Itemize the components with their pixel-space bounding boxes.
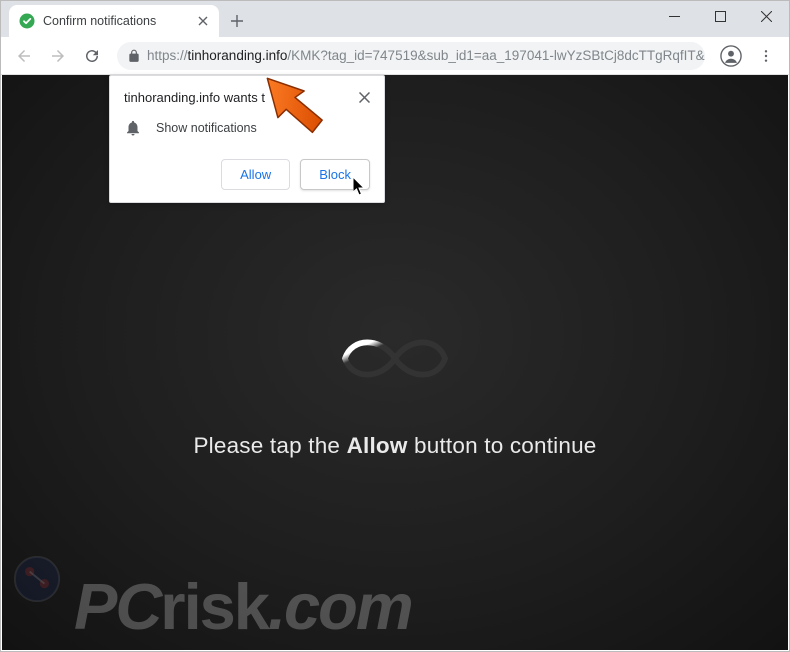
url-host: tinhoranding.info	[188, 48, 288, 63]
bell-icon	[124, 119, 142, 137]
dialog-body: Show notifications	[124, 119, 370, 137]
block-button[interactable]: Block	[300, 159, 370, 190]
text-prefix: Please tap the	[193, 433, 346, 458]
watermark-risk: risk	[160, 570, 268, 643]
dialog-body-text: Show notifications	[156, 121, 257, 135]
favicon-icon	[19, 13, 35, 29]
notification-permission-dialog: tinhoranding.info wants t Show notificat…	[109, 75, 385, 203]
text-suffix: button to continue	[408, 433, 597, 458]
watermark-pc: PC	[74, 570, 160, 643]
kebab-menu-button[interactable]	[751, 41, 781, 71]
reload-button[interactable]	[77, 41, 107, 71]
url-text: https://tinhoranding.info/KMK?tag_id=747…	[147, 48, 705, 63]
close-icon[interactable]	[358, 91, 370, 103]
url-path: /KMK?tag_id=747519&sub_id1=aa_197041-lwY…	[287, 48, 705, 63]
new-tab-button[interactable]	[223, 7, 251, 35]
minimize-button[interactable]	[651, 1, 697, 31]
tab-title: Confirm notifications	[43, 14, 156, 28]
url-protocol: https://	[147, 48, 188, 63]
close-window-button[interactable]	[743, 1, 789, 31]
allow-button[interactable]: Allow	[221, 159, 290, 190]
infinity-spinner-icon	[330, 326, 460, 391]
window-titlebar: Confirm notifications	[1, 1, 789, 37]
dialog-header: tinhoranding.info wants t	[124, 90, 370, 105]
browser-toolbar: https://tinhoranding.info/KMK?tag_id=747…	[1, 37, 789, 75]
user-avatar-icon[interactable]	[715, 40, 747, 72]
back-button[interactable]	[9, 41, 39, 71]
address-bar[interactable]: https://tinhoranding.info/KMK?tag_id=747…	[117, 42, 705, 70]
watermark-text: PCrisk.com	[74, 569, 412, 644]
window-controls	[651, 1, 789, 31]
dialog-title: tinhoranding.info wants t	[124, 90, 265, 105]
watermark-logo	[14, 556, 60, 602]
watermark-com: .com	[268, 570, 412, 643]
dialog-buttons: Allow Block	[124, 159, 370, 190]
close-tab-icon[interactable]	[195, 13, 211, 29]
lock-icon	[127, 49, 141, 63]
browser-tab[interactable]: Confirm notifications	[9, 5, 219, 37]
forward-button[interactable]	[43, 41, 73, 71]
maximize-button[interactable]	[697, 1, 743, 31]
page-instruction-text: Please tap the Allow button to continue	[193, 433, 596, 459]
text-bold: Allow	[347, 433, 408, 458]
